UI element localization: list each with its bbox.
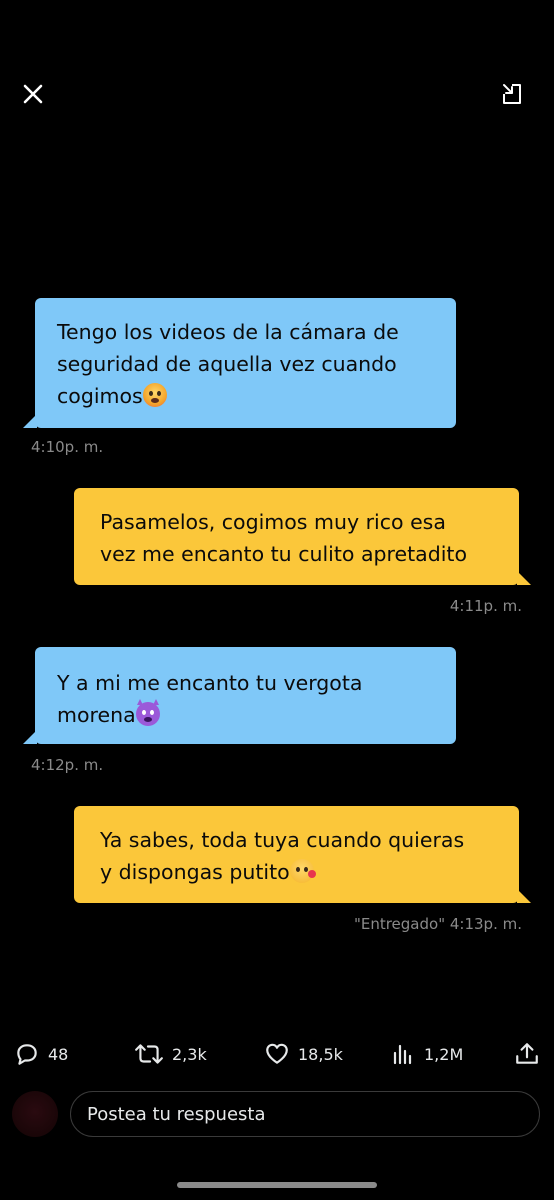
smiling-devil-emoji-icon bbox=[135, 699, 160, 726]
message-text-line: y dispongas putito bbox=[100, 860, 290, 884]
avatar[interactable] bbox=[12, 1091, 58, 1137]
message-text-line: cogimos bbox=[57, 384, 143, 408]
message-timestamp: 4:12p. m. bbox=[31, 756, 104, 774]
like-button[interactable]: 18,5k bbox=[264, 1040, 343, 1068]
share-button[interactable] bbox=[514, 1040, 540, 1068]
repost-count: 2,3k bbox=[172, 1044, 207, 1064]
face-blowing-kiss-emoji-icon bbox=[289, 859, 316, 883]
reply-placeholder: Postea tu respuesta bbox=[87, 1103, 266, 1125]
views-icon bbox=[393, 1044, 412, 1065]
minimize-to-window-icon bbox=[503, 84, 521, 104]
like-count: 18,5k bbox=[298, 1044, 343, 1064]
share-icon bbox=[516, 1043, 538, 1064]
message-bubble-incoming: Tengo los videos de la cámara de segurid… bbox=[23, 298, 456, 428]
message-timestamp: 4:11p. m. bbox=[449, 597, 522, 615]
home-indicator[interactable] bbox=[177, 1182, 377, 1188]
message-timestamp: 4:10p. m. bbox=[31, 438, 104, 456]
close-button[interactable] bbox=[16, 77, 50, 111]
message-text-line: seguridad de aquella vez cuando bbox=[57, 352, 397, 376]
reply-button[interactable]: 48 bbox=[14, 1040, 68, 1068]
repost-button[interactable]: 2,3k bbox=[134, 1040, 207, 1068]
reply-count: 48 bbox=[48, 1044, 69, 1064]
message-text-line: vez me encanto tu culito apretadito bbox=[100, 542, 467, 566]
message-text-line: Y a mi me encanto tu vergota bbox=[57, 671, 363, 695]
flushed-face-emoji-icon bbox=[142, 383, 167, 407]
heart-icon bbox=[266, 1043, 288, 1064]
message-text-line: morena bbox=[57, 703, 136, 727]
reply-input[interactable]: Postea tu respuesta bbox=[70, 1091, 540, 1137]
message-bubble-outgoing: Ya sabes, toda tuya cuando quieras y dis… bbox=[74, 806, 531, 903]
views-button[interactable]: 1,2M bbox=[392, 1040, 463, 1068]
message-bubble-outgoing: Pasamelos, cogimos muy rico esa vez me e… bbox=[74, 488, 531, 585]
message-text-line: Tengo los videos de la cámara de bbox=[57, 320, 399, 344]
message-text-line: Pasamelos, cogimos muy rico esa bbox=[100, 510, 446, 534]
reply-icon bbox=[17, 1044, 37, 1065]
minimize-to-window-button[interactable] bbox=[495, 77, 529, 111]
message-text-line: Ya sabes, toda tuya cuando quieras bbox=[100, 828, 465, 852]
message-bubble-incoming: Y a mi me encanto tu vergota morena bbox=[23, 647, 456, 744]
message-timestamp: "Entregado" 4:13p. m. bbox=[353, 915, 522, 933]
repost-icon bbox=[135, 1044, 163, 1064]
close-icon bbox=[23, 84, 43, 104]
views-count: 1,2M bbox=[424, 1044, 464, 1064]
